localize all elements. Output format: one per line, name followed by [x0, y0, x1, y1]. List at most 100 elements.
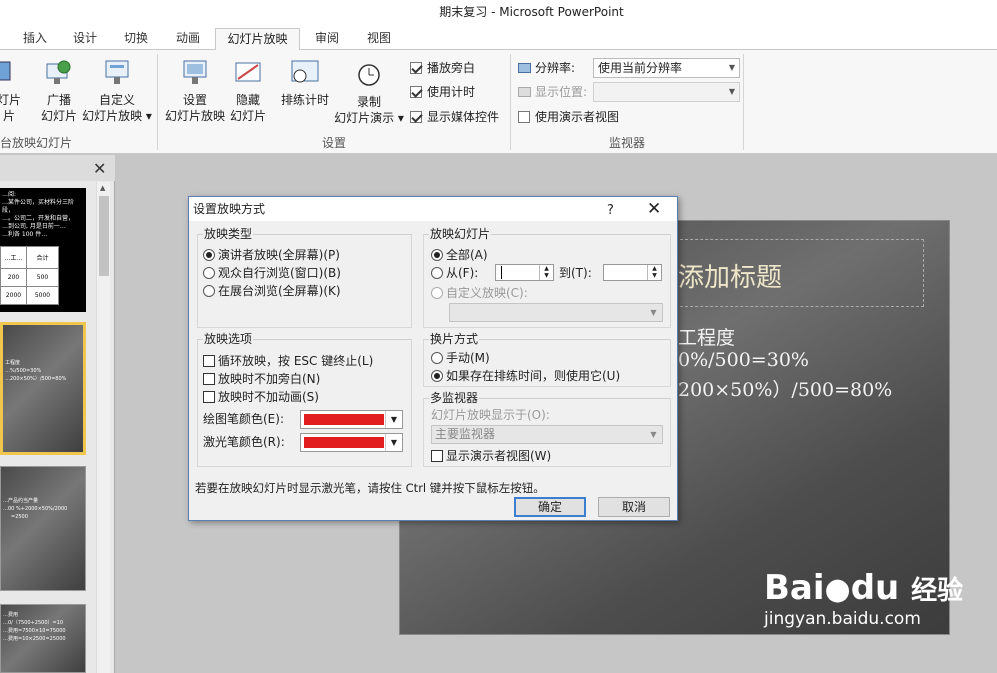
loop-checkbox[interactable]: 循环放映，按 ESC 键终止(L) [203, 353, 373, 369]
setup-slideshow-button[interactable]: 设置 幻灯片放映 [162, 58, 228, 124]
start-group-label: 台放映幻灯片 [0, 136, 73, 150]
use-timings-checkbox[interactable]: 使用计时 [410, 84, 475, 100]
radio-custom-show[interactable]: 自定义放映(C): [431, 285, 528, 301]
slide-line-1: 工程度 [678, 327, 736, 349]
custom-show-select[interactable]: ▼ [449, 303, 663, 322]
chevron-down-icon: ▼ [385, 434, 402, 451]
checkbox-empty-icon [203, 373, 215, 385]
rehearse-icon [290, 58, 320, 88]
no-animation-checkbox[interactable]: 放映时不加动画(S) [203, 389, 319, 405]
custom-slideshow-button[interactable]: 自定义 幻灯片放映 ▾ [80, 58, 154, 124]
radio-checked-icon [203, 249, 215, 261]
tab-insert[interactable]: 插入 [20, 28, 50, 50]
show-media-controls-checkbox[interactable]: 显示媒体控件 [410, 109, 499, 125]
scrollbar-thumb[interactable] [99, 196, 109, 276]
rehearse-timings-button[interactable]: 排练计时 [278, 58, 332, 108]
checkbox-checked-icon [410, 111, 422, 123]
tab-animations[interactable]: 动画 [173, 28, 203, 50]
tab-view[interactable]: 视图 [364, 28, 394, 50]
monitor-icon [518, 87, 531, 97]
radio-manual[interactable]: 手动(M) [431, 350, 490, 366]
radio-use-timings[interactable]: 如果存在排练时间，则使用它(U) [431, 368, 620, 384]
tab-transitions[interactable]: 切换 [121, 28, 151, 50]
scroll-up-icon[interactable]: ▲ [100, 184, 105, 192]
hide-slide-button[interactable]: 隐藏 幻灯片 [228, 58, 268, 124]
spin-updown-icon[interactable]: ▲ ▼ [539, 265, 553, 280]
presenter-view-checkbox[interactable]: 显示演示者视图(W) [431, 448, 551, 464]
cancel-button[interactable]: 取消 [598, 497, 670, 517]
slide-thumbnail-2[interactable]: 工程度 …%/500=30% …200×50%）/500=80% [0, 322, 86, 455]
laser-hint: 若要在放映幻灯片时显示激光笔，请按住 Ctrl 键并按下鼠标左按钮。 [195, 481, 545, 495]
radio-empty-icon [431, 287, 443, 299]
use-presenter-view-checkbox[interactable]: 使用演示者视图 [518, 109, 619, 125]
monitor-select[interactable]: 主要监视器 ▼ [431, 425, 663, 444]
from-slide-input[interactable]: ▲ ▼ [495, 264, 554, 281]
play-narrations-checkbox[interactable]: 播放旁白 [410, 60, 475, 76]
radio-empty-icon [431, 352, 443, 364]
show-on-select[interactable]: ▼ [593, 82, 740, 102]
pen-color-swatch [304, 414, 384, 425]
checkbox-empty-icon [203, 391, 215, 403]
spin-updown-icon[interactable]: ▲ ▼ [647, 265, 661, 280]
tab-design[interactable]: 设计 [70, 28, 100, 50]
radio-kiosk[interactable]: 在展台浏览(全屏幕)(K) [203, 283, 341, 299]
checkbox-checked-icon [410, 86, 422, 98]
show-type-label: 放映类型 [203, 225, 254, 242]
record-icon [354, 60, 384, 90]
radio-all-slides[interactable]: 全部(A) [431, 247, 488, 263]
from-current-slide-button[interactable]: 灯片 片 [0, 58, 26, 124]
resolution-label: 分辨率: [518, 60, 575, 76]
monitor-icon [518, 63, 531, 73]
radio-checked-icon [431, 370, 443, 382]
no-narration-checkbox[interactable]: 放映时不加旁白(N) [203, 371, 320, 387]
record-slideshow-button[interactable]: 录制 幻灯片演示 ▾ [332, 60, 406, 126]
window-title: 期末复习 - Microsoft PowerPoint [439, 5, 624, 19]
radio-empty-icon [431, 267, 443, 279]
checkbox-empty-icon [518, 111, 530, 123]
chevron-down-icon: ▼ [728, 63, 735, 72]
chevron-down-icon: ▼ [385, 411, 402, 428]
laser-color-picker[interactable]: ▼ [300, 433, 403, 452]
checkbox-empty-icon [431, 450, 443, 462]
paw-icon: ● [824, 572, 851, 607]
to-label: 到(T): [559, 266, 592, 280]
help-button[interactable]: ? [607, 199, 614, 223]
broadcast-button[interactable]: 广播 幻灯片 [38, 58, 80, 124]
dialog-title: 设置放映方式 [193, 202, 266, 216]
show-on-label: 显示位置: [518, 84, 587, 100]
radio-from-slides[interactable]: 从(F): [431, 265, 478, 281]
chevron-down-icon: ▼ [728, 87, 735, 96]
setup-group-label: 设置 [322, 136, 347, 150]
advance-label: 换片方式 [429, 330, 480, 347]
pen-color-picker[interactable]: ▼ [300, 410, 403, 429]
slide-thumbnail-3[interactable]: …产品约当产量 …00 %+2000×50%/2000 =2500 [0, 466, 86, 591]
tab-slideshow[interactable]: 幻灯片放映 [215, 28, 300, 51]
group-separator [157, 54, 158, 150]
radio-presenter[interactable]: 演讲者放映(全屏幕)(P) [203, 247, 340, 263]
close-icon[interactable]: ✕ [647, 197, 661, 221]
custom-show-icon [102, 58, 132, 88]
pen-color-label: 绘图笔颜色(E): [203, 412, 284, 426]
radio-checked-icon [431, 249, 443, 261]
tab-review[interactable]: 审阅 [312, 28, 342, 50]
multi-monitor-label: 多监视器 [429, 389, 480, 406]
slide-line-3: 200×50%）/500=80% [678, 379, 893, 401]
close-pane-icon[interactable]: ✕ [93, 159, 106, 178]
chevron-down-icon: ▼ [650, 308, 657, 317]
slideshow-icon [0, 58, 24, 88]
group-separator [743, 54, 744, 150]
radio-empty-icon [203, 285, 215, 297]
slides-scrollbar[interactable]: ▲ [96, 182, 110, 673]
radio-window[interactable]: 观众自行浏览(窗口)(B) [203, 265, 341, 281]
ok-button[interactable]: 确定 [514, 497, 586, 517]
group-separator [510, 54, 511, 150]
slide-thumbnail-1[interactable]: …阅: …某件公司，买材料分三阶段， …。公司二，开发和自营， …到公司, 月是… [0, 188, 86, 312]
resolution-select[interactable]: 使用当前分辨率 ▼ [593, 58, 740, 78]
slide-title: 添加标题 [678, 263, 783, 293]
ribbon-tabs: 插入 设计 切换 动画 幻灯片放映 审阅 视图 [0, 26, 997, 51]
chevron-down-icon: ▼ [650, 430, 657, 439]
to-slide-input[interactable]: ▲ ▼ [603, 264, 662, 281]
setup-show-dialog: 设置放映方式 ? ✕ 放映类型 演讲者放映(全屏幕)(P) 观众自行浏览(窗口)… [188, 196, 678, 521]
ribbon: 灯片 片 广播 幻灯片 自定义 幻灯片放映 ▾ 台放映幻灯片 设置 幻灯片放映 … [0, 50, 997, 154]
slide-thumbnail-4[interactable]: …费用 …0/（7500+2500）=10 …费用=7500×10=75000 … [0, 604, 86, 673]
